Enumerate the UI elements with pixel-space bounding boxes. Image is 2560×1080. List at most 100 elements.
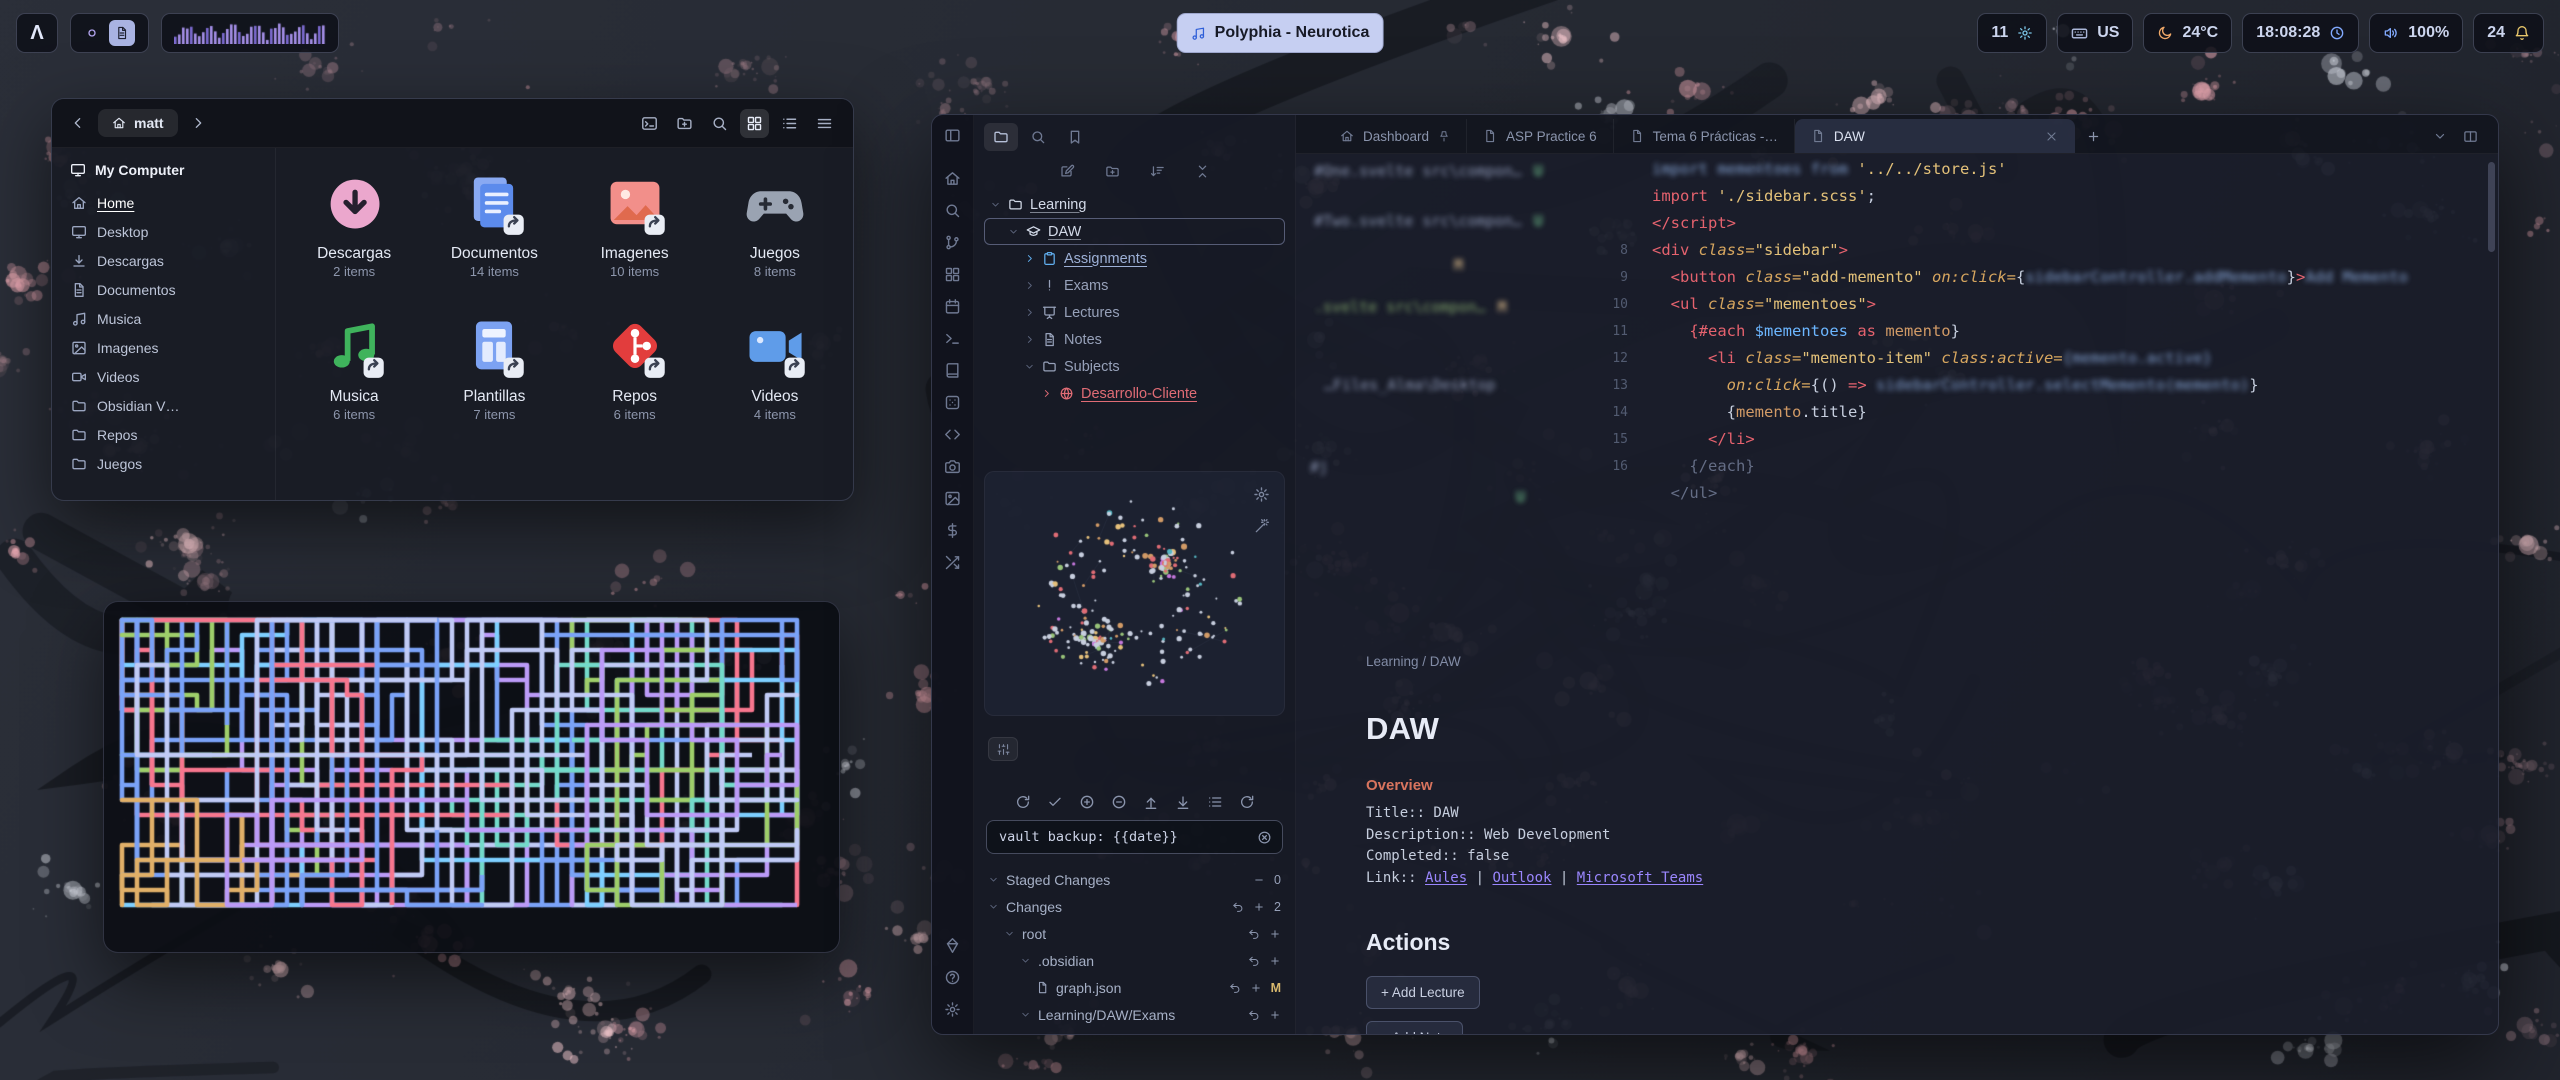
push-button[interactable] <box>1143 794 1159 810</box>
unstage-all-button[interactable] <box>1111 794 1127 810</box>
search-button[interactable] <box>705 109 734 138</box>
quick-settings-widget[interactable] <box>70 13 149 53</box>
ribbon-calendar-button[interactable] <box>944 298 961 315</box>
file-tree-item-lectures[interactable]: Lectures <box>984 299 1285 326</box>
weather-widget[interactable]: 24°C <box>2143 13 2232 53</box>
fm-folder-videos[interactable]: Videos4 items <box>705 313 845 422</box>
fm-folder-documentos[interactable]: Documentos14 items <box>424 170 564 279</box>
tab-list-button[interactable] <box>2433 129 2447 143</box>
fm-sidebar-item-videos[interactable]: Videos <box>62 362 265 391</box>
git-row-root[interactable]: root <box>984 920 1285 947</box>
discard-button[interactable] <box>1229 982 1241 994</box>
launcher-button[interactable]: Λ <box>16 13 58 53</box>
code-block[interactable]: import mementoes from '../../store.js'im… <box>1602 156 2408 507</box>
note-breadcrumb[interactable]: Learning / DAW <box>1366 654 2226 669</box>
updates-widget[interactable]: 11 <box>1977 13 2047 53</box>
tab-tema-6-pr-cticas[interactable]: Tema 6 Prácticas -… <box>1614 119 1795 153</box>
ribbon-grid-button[interactable] <box>944 266 961 283</box>
file-tree-item-assignments[interactable]: Assignments <box>984 245 1285 272</box>
stage-button[interactable] <box>1253 901 1265 913</box>
tab-asp-practice-6[interactable]: ASP Practice 6 <box>1467 119 1614 153</box>
fm-folder-imagenes[interactable]: Imagenes10 items <box>565 170 705 279</box>
file-tree-item-notes[interactable]: Notes <box>984 326 1285 353</box>
ribbon-gear-button[interactable] <box>944 1001 961 1018</box>
tab-daw[interactable]: DAW <box>1795 119 2075 153</box>
ribbon-dice-button[interactable] <box>944 394 961 411</box>
forward-button[interactable] <box>186 111 210 135</box>
split-pane-button[interactable] <box>2463 129 2478 144</box>
stage-button[interactable] <box>1269 1009 1281 1021</box>
collapse-button[interactable] <box>1195 164 1210 179</box>
keyboard-layout-widget[interactable]: US <box>2057 13 2133 53</box>
refresh-button[interactable] <box>1239 794 1255 810</box>
breadcrumb[interactable]: matt <box>98 109 178 137</box>
ribbon-camera-button[interactable] <box>944 458 961 475</box>
fm-sidebar-item-imagenes[interactable]: Imagenes <box>62 333 265 362</box>
commit-message-input[interactable] <box>997 828 1249 846</box>
ribbon-help-button[interactable] <box>944 969 961 986</box>
file-tree-item-exams[interactable]: Exams <box>984 272 1285 299</box>
tab-dashboard[interactable]: Dashboard <box>1324 119 1467 153</box>
ribbon-gem-button[interactable] <box>944 937 961 954</box>
add-lecture-button[interactable]: + Add Lecture <box>1366 976 1480 1009</box>
fm-folder-plantillas[interactable]: Plantillas7 items <box>424 313 564 422</box>
commit-button[interactable] <box>1047 794 1063 810</box>
ribbon-terminal-button[interactable] <box>944 330 961 347</box>
ribbon-search-button[interactable] <box>944 202 961 219</box>
stage-button[interactable] <box>1250 982 1262 994</box>
fm-sidebar-item-home[interactable]: Home <box>62 188 265 217</box>
scrollbar-thumb[interactable] <box>2488 162 2495 252</box>
edit-button[interactable] <box>1060 164 1075 179</box>
notes-chip[interactable] <box>109 20 135 46</box>
stage-button[interactable] <box>1269 928 1281 940</box>
graph-view[interactable] <box>985 472 1285 715</box>
file-tree-item-desarrollo-cliente[interactable]: Desarrollo-Cliente <box>984 380 1285 407</box>
collapsed-pane-handle[interactable] <box>988 737 1018 761</box>
note-link-outlook[interactable]: Outlook <box>1492 870 1551 886</box>
ribbon-shuffle-button[interactable] <box>944 554 961 571</box>
panel-tab-bookmark[interactable] <box>1058 123 1092 151</box>
ribbon-home-button[interactable] <box>944 170 961 187</box>
ribbon-book-button[interactable] <box>944 362 961 379</box>
volume-widget[interactable]: 100% <box>2369 13 2463 53</box>
ribbon-code-button[interactable] <box>944 426 961 443</box>
sort-button[interactable] <box>1150 164 1165 179</box>
add-note-button[interactable]: + Add Note <box>1366 1021 1463 1034</box>
pull-button[interactable] <box>1175 794 1191 810</box>
discard-button[interactable] <box>1232 901 1244 913</box>
fm-sidebar-item-documentos[interactable]: Documentos <box>62 275 265 304</box>
back-button[interactable] <box>66 111 90 135</box>
close-tab-button[interactable] <box>2045 130 2058 143</box>
list-button[interactable] <box>775 109 804 138</box>
panel-tab-search[interactable] <box>1021 123 1055 151</box>
grid-button[interactable] <box>740 109 769 138</box>
git-row-graph-json[interactable]: graph.jsonM <box>984 974 1285 1001</box>
media-widget[interactable]: Polyphia - Neurotica <box>1177 13 1384 53</box>
git-row-learning-daw-exams[interactable]: Learning/DAW/Exams <box>984 1001 1285 1028</box>
terminal-tab-button[interactable] <box>635 109 664 138</box>
backup-button[interactable] <box>1015 794 1031 810</box>
graph-settings-button[interactable] <box>1253 486 1270 503</box>
file-tree-item-daw[interactable]: DAW <box>984 218 1285 245</box>
git-row-staged-changes[interactable]: Staged Changes0 <box>984 866 1285 893</box>
fm-sidebar-item-repos[interactable]: Repos <box>62 420 265 449</box>
fm-folder-descargas[interactable]: Descargas2 items <box>284 170 424 279</box>
fm-folder-juegos[interactable]: Juegos8 items <box>705 170 845 279</box>
new-tab-button[interactable] <box>2075 119 2113 153</box>
ribbon-branch-button[interactable] <box>944 234 961 251</box>
panel-tab-folder[interactable] <box>984 123 1018 151</box>
stage-all-button[interactable] <box>1079 794 1095 810</box>
discard-button[interactable] <box>1248 1009 1260 1021</box>
ribbon-image-button[interactable] <box>944 490 961 507</box>
graph-filter-button[interactable] <box>1254 518 1270 534</box>
terminal-window[interactable] <box>103 601 840 953</box>
clock-widget[interactable]: 18:08:28 <box>2242 13 2359 53</box>
clear-commit-message-button[interactable] <box>1257 830 1272 845</box>
ribbon-dollar-button[interactable] <box>944 522 961 539</box>
fm-sidebar-item-desktop[interactable]: Desktop <box>62 217 265 246</box>
fm-folder-musica[interactable]: Musica6 items <box>284 313 424 422</box>
discard-button[interactable] <box>1248 955 1260 967</box>
stage-button[interactable] <box>1269 955 1281 967</box>
file-tree-item-learning[interactable]: Learning <box>984 191 1285 218</box>
menu-button[interactable] <box>810 109 839 138</box>
